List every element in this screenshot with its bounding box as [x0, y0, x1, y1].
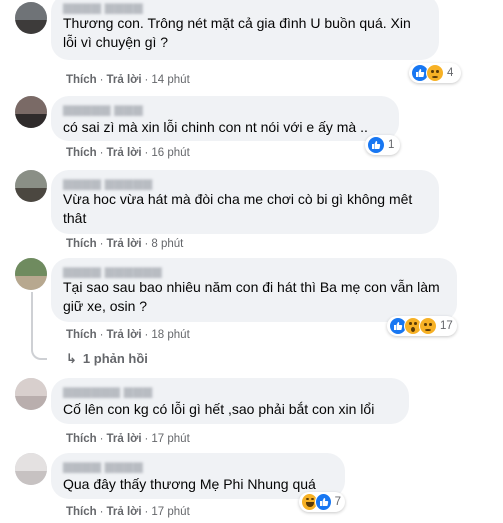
reaction-summary[interactable]: 1	[365, 135, 400, 155]
avatar[interactable]	[15, 378, 47, 410]
like-button[interactable]: Thích	[66, 329, 97, 341]
avatar[interactable]	[15, 453, 47, 485]
comment-text: Tại sao sau bao nhiêu năm con đi hát thì…	[63, 279, 440, 314]
comment-actions: Thích · Trả lời · 14 phút	[66, 74, 190, 86]
reply-button[interactable]: Trả lời	[107, 238, 142, 250]
avatar[interactable]	[15, 170, 47, 202]
like-button[interactable]: Thích	[66, 506, 97, 518]
avatar[interactable]	[15, 258, 47, 290]
comment-author[interactable]: ▆▆▆▆▆▆ ▆▆▆	[63, 384, 397, 398]
comment-text: có sai zì mà xin lỗi chinh con nt nói vớ…	[63, 119, 368, 135]
comment-bubble: ▆▆▆▆ ▆▆▆▆▆▆ Tại sao sau bao nhiêu năm co…	[51, 258, 457, 322]
comment-time[interactable]: 17 phút	[151, 506, 189, 518]
comment-text: Cố lên con kg có lỗi gì hết ,sao phải bắ…	[63, 401, 375, 417]
comment-author[interactable]: ▆▆▆▆ ▆▆▆▆▆▆	[63, 264, 445, 278]
comment-time[interactable]: 8 phút	[151, 238, 183, 250]
reply-button[interactable]: Trả lời	[107, 329, 142, 341]
comment-author[interactable]: ▆▆▆▆ ▆▆▆▆▆	[63, 176, 427, 190]
reply-button[interactable]: Trả lời	[107, 74, 142, 86]
reply-button[interactable]: Trả lời	[107, 506, 142, 518]
comment-text: Vừa hoc vừa hát mà đòi cha me chơi cò bi…	[63, 191, 413, 226]
comment-bubble: ▆▆▆▆ ▆▆▆▆ Qua đây thấy thương Mẹ Phi Nhu…	[51, 453, 345, 499]
reaction-count: 4	[447, 67, 454, 79]
like-button[interactable]: Thích	[66, 238, 97, 250]
avatar[interactable]	[15, 2, 47, 34]
like-icon	[314, 493, 332, 511]
comment-bubble: ▆▆▆▆ ▆▆▆▆▆ Vừa hoc vừa hát mà đòi cha me…	[51, 170, 439, 234]
reaction-count: 1	[388, 139, 395, 151]
comment-text: Thương con. Trông nét mặt cả gia đình U …	[63, 15, 411, 50]
comment-bubble: ▆▆▆▆▆▆ ▆▆▆ Cố lên con kg có lỗi gì hết ,…	[51, 378, 409, 424]
sad-icon	[419, 317, 437, 335]
comment-actions: Thích · Trả lời · 8 phút	[66, 238, 184, 250]
comment-time[interactable]: 16 phút	[151, 147, 189, 159]
reply-button[interactable]: Trả lời	[107, 147, 142, 159]
comment-bubble: ▆▆▆▆ ▆▆▆▆ Thương con. Trông nét mặt cả g…	[51, 0, 439, 60]
comment-actions: Thích · Trả lời · 17 phút	[66, 433, 190, 445]
view-replies-link[interactable]: ↳ 1 phản hồi	[66, 351, 148, 367]
reaction-count: 7	[334, 496, 341, 508]
comment-time[interactable]: 17 phút	[151, 433, 189, 445]
comment-time[interactable]: 18 phút	[151, 329, 189, 341]
comment-time[interactable]: 14 phút	[151, 74, 189, 86]
reply-arrow-icon: ↳	[66, 351, 77, 366]
comment-author[interactable]: ▆▆▆▆▆ ▆▆▆	[63, 102, 387, 116]
like-icon	[367, 136, 385, 154]
comment-author[interactable]: ▆▆▆▆ ▆▆▆▆	[63, 0, 427, 14]
reply-button[interactable]: Trả lời	[107, 433, 142, 445]
reaction-summary[interactable]: 7	[299, 492, 345, 512]
avatar[interactable]	[15, 96, 47, 128]
reaction-count: 17	[440, 320, 453, 332]
reaction-summary[interactable]: 17	[387, 316, 457, 336]
thread-line	[31, 292, 33, 348]
comment-text: Qua đây thấy thương Mẹ Phi Nhung quá	[63, 476, 316, 492]
like-button[interactable]: Thích	[66, 147, 97, 159]
comment-actions: Thích · Trả lời · 18 phút	[66, 329, 190, 341]
comment-actions: Thích · Trả lời · 17 phút	[66, 506, 190, 518]
thread-connector	[31, 348, 47, 360]
comment-bubble: ▆▆▆▆▆ ▆▆▆ có sai zì mà xin lỗi chinh con…	[51, 96, 399, 141]
reaction-summary[interactable]: 4	[409, 63, 461, 83]
like-button[interactable]: Thích	[66, 74, 97, 86]
comment-author[interactable]: ▆▆▆▆ ▆▆▆▆	[63, 459, 333, 473]
like-button[interactable]: Thích	[66, 433, 97, 445]
comment-actions: Thích · Trả lời · 16 phút	[66, 147, 190, 159]
sad-icon	[426, 64, 444, 82]
